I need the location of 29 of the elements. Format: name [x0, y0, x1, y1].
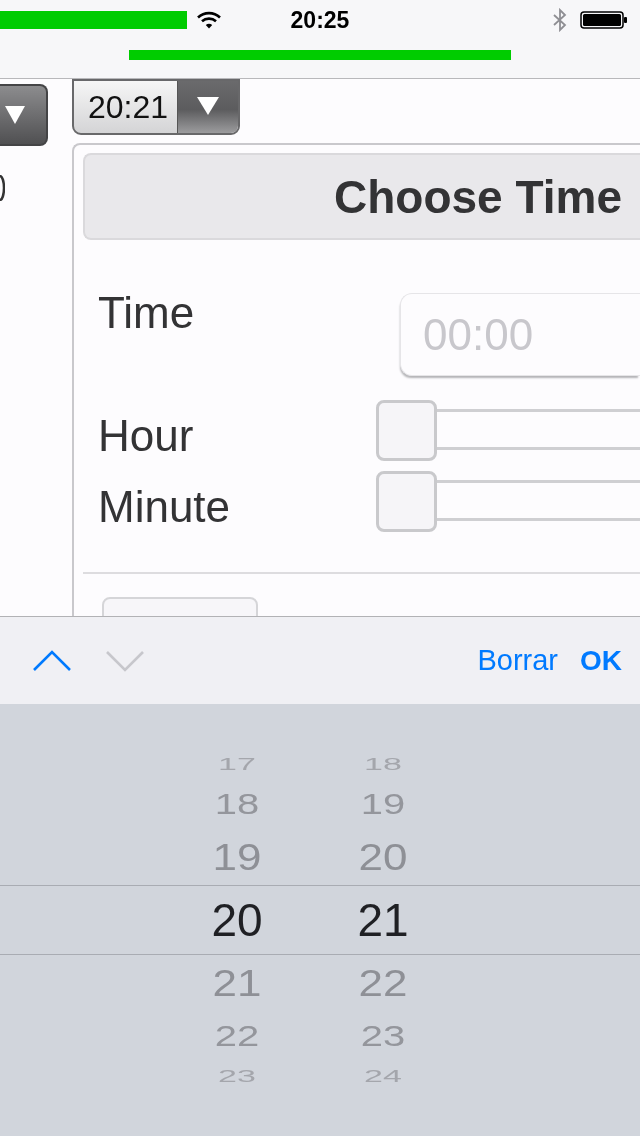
slider-track[interactable] [376, 471, 640, 532]
slider-track[interactable] [376, 400, 640, 461]
picker-item[interactable]: 20 [211, 896, 263, 943]
time-select[interactable]: 20:21 [72, 79, 240, 135]
picker-item[interactable]: 23 [360, 1021, 406, 1050]
picker-item[interactable]: 21 [357, 896, 409, 943]
clear-button[interactable]: Borrar [477, 644, 558, 677]
picker-item[interactable]: 18 [214, 789, 260, 818]
picker-item[interactable]: 22 [214, 1021, 260, 1050]
partial-ring-icon [0, 175, 5, 201]
battery-icon [580, 11, 628, 29]
caret-icon [5, 106, 25, 124]
clock-time: 20:25 [290, 6, 350, 34]
picker-item[interactable]: 21 [212, 963, 262, 1002]
picker-item[interactable]: 20 [358, 837, 408, 876]
ok-button[interactable]: OK [580, 644, 622, 677]
slider-label: Hour [98, 410, 194, 461]
time-label: Time [98, 288, 195, 338]
wifi-icon [197, 11, 221, 29]
bluetooth-icon [552, 8, 568, 32]
picker-item[interactable]: 19 [360, 789, 406, 818]
slider-thumb[interactable] [376, 400, 437, 461]
slider-label: Minute [98, 481, 231, 532]
caret-icon [177, 81, 238, 133]
dialog-title: Choose Time [334, 169, 622, 224]
picker-item[interactable]: 19 [212, 837, 262, 876]
slider-thumb[interactable] [376, 471, 437, 532]
picker-item[interactable]: 22 [358, 963, 408, 1002]
dropdown-button[interactable] [0, 84, 48, 146]
